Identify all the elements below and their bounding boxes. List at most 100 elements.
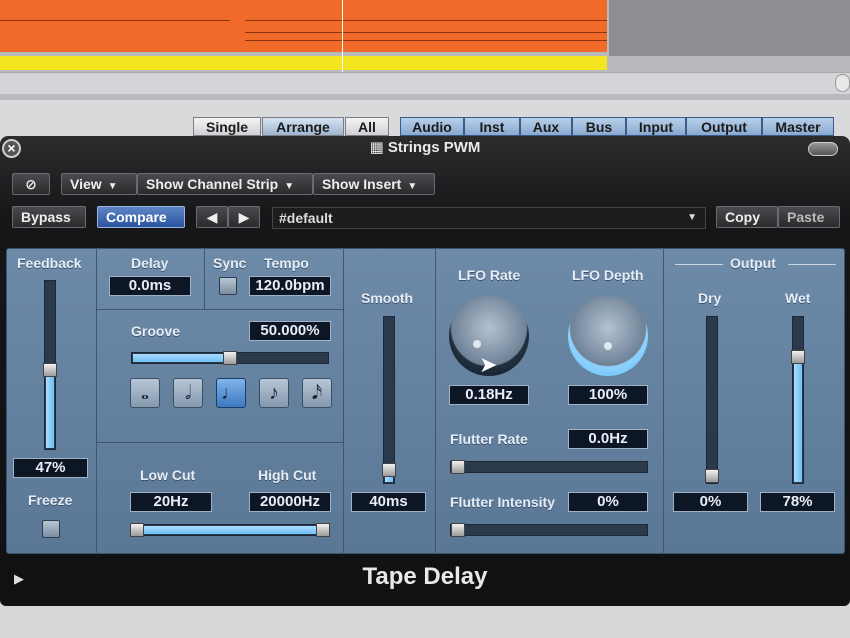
sixteenth-note-icon[interactable]: 𝅘𝅥𝅯 — [302, 378, 332, 408]
wet-fill — [794, 356, 802, 482]
low-cut-label: Low Cut — [140, 467, 196, 483]
window-title: ▦ Strings PWM — [0, 136, 850, 160]
knob-indicator — [604, 342, 612, 350]
feedback-fill — [46, 368, 54, 448]
view-label: View — [70, 176, 102, 192]
low-cut-thumb[interactable] — [130, 523, 144, 537]
flutter-rate-label: Flutter Rate — [450, 431, 528, 447]
feedback-value[interactable]: 47% — [13, 458, 88, 478]
lfo-rate-label: LFO Rate — [458, 267, 521, 283]
copy-button[interactable]: Copy — [716, 206, 778, 228]
wet-thumb[interactable] — [791, 350, 805, 365]
output-label: Output — [730, 255, 776, 271]
flutter-rate-value[interactable]: 0.0Hz — [568, 429, 648, 449]
tab-bus[interactable]: Bus — [572, 117, 626, 136]
dry-slider[interactable] — [705, 316, 719, 484]
tab-output[interactable]: Output — [686, 117, 762, 136]
tab-all[interactable]: All — [345, 117, 389, 136]
show-insert-menu[interactable]: Show Insert ▼ — [313, 173, 435, 195]
smooth-slider[interactable] — [382, 316, 396, 484]
document-icon: ▦ — [369, 139, 384, 156]
sync-checkbox[interactable] — [219, 277, 237, 295]
show-channel-strip-menu[interactable]: Show Channel Strip ▼ — [137, 173, 313, 195]
tempo-label: Tempo — [264, 255, 309, 271]
smooth-label: Smooth — [361, 290, 414, 306]
chevron-down-icon: ▼ — [284, 181, 295, 192]
toolbar-toggle-button[interactable] — [808, 142, 838, 156]
low-cut-value[interactable]: 20Hz — [130, 492, 212, 512]
quarter-note-icon[interactable]: ♩ — [216, 378, 246, 408]
wet-value[interactable]: 78% — [760, 492, 835, 512]
delay-value[interactable]: 0.0ms — [109, 276, 191, 296]
high-cut-thumb[interactable] — [316, 523, 330, 537]
bypass-button[interactable]: Bypass — [12, 206, 86, 228]
chevron-down-icon: ▼ — [407, 181, 418, 192]
preset-menu[interactable]: #default ▼ — [272, 207, 706, 229]
feedback-thumb[interactable] — [43, 362, 57, 377]
eighth-note-icon[interactable]: ♪ — [259, 378, 289, 408]
tab-input[interactable]: Input — [626, 117, 686, 136]
high-cut-value[interactable]: 20000Hz — [249, 492, 331, 512]
sync-label: Sync — [213, 255, 247, 271]
groove-value[interactable]: 50.000% — [249, 321, 331, 341]
whole-note-icon[interactable]: 𝅝 — [130, 378, 160, 408]
region-grey — [609, 0, 850, 56]
dry-thumb[interactable] — [705, 469, 719, 483]
next-preset-button[interactable]: ▶ — [228, 206, 260, 228]
compare-button[interactable]: Compare — [97, 206, 185, 228]
lfo-rate-knob[interactable]: ➤ — [449, 296, 529, 377]
feedback-slider[interactable] — [43, 280, 57, 450]
show-channel-strip-label: Show Channel Strip — [146, 176, 279, 192]
tab-inst[interactable]: Inst — [464, 117, 520, 136]
smooth-value[interactable]: 40ms — [351, 492, 426, 512]
mouse-cursor-icon: ➤ — [479, 352, 498, 377]
flutter-rate-thumb[interactable] — [451, 460, 465, 474]
groove-label: Groove — [131, 323, 181, 339]
tab-audio[interactable]: Audio — [400, 117, 464, 136]
tab-arrange[interactable]: Arrange — [262, 117, 344, 136]
tab-single[interactable]: Single — [193, 117, 261, 136]
link-button[interactable]: ⊘ — [12, 173, 50, 195]
groove-slider[interactable] — [131, 351, 329, 365]
lfo-depth-label: LFO Depth — [572, 267, 644, 283]
flutter-intensity-value[interactable]: 0% — [568, 492, 648, 512]
lfo-depth-value[interactable]: 100% — [568, 385, 648, 405]
flutter-rate-slider[interactable] — [450, 460, 648, 474]
cut-range-slider[interactable] — [130, 523, 330, 537]
wet-slider[interactable] — [791, 316, 805, 484]
window-title-text: Strings PWM — [387, 139, 481, 156]
paste-button[interactable]: Paste — [778, 206, 840, 228]
arrow-left-icon: ◀ — [206, 209, 218, 225]
chevron-down-icon: ▼ — [107, 181, 118, 192]
region-yellow[interactable] — [0, 56, 607, 70]
lfo-rate-value[interactable]: 0.18Hz — [449, 385, 529, 405]
show-insert-label: Show Insert — [322, 176, 402, 192]
scrollbar-thumb[interactable] — [835, 74, 850, 92]
playhead — [342, 0, 343, 72]
freeze-label: Freeze — [28, 492, 73, 508]
feedback-label: Feedback — [17, 255, 82, 271]
half-note-icon[interactable]: 𝅗𝅥 — [173, 378, 203, 408]
smooth-thumb[interactable] — [382, 462, 396, 477]
cut-range-fill — [140, 526, 320, 534]
groove-fill — [133, 354, 231, 362]
tab-aux[interactable]: Aux — [520, 117, 572, 136]
flutter-intensity-thumb[interactable] — [451, 523, 465, 537]
flutter-intensity-label: Flutter Intensity — [450, 494, 556, 510]
region-orange[interactable] — [0, 0, 607, 52]
plugin-name: Tape Delay — [362, 563, 488, 590]
groove-thumb[interactable] — [223, 351, 237, 365]
flutter-intensity-slider[interactable] — [450, 523, 648, 537]
wet-label: Wet — [785, 290, 811, 306]
horizontal-scrollbar[interactable] — [0, 72, 850, 94]
tab-master[interactable]: Master — [762, 117, 834, 136]
lfo-depth-knob[interactable] — [568, 296, 648, 376]
previous-preset-button[interactable]: ◀ — [196, 206, 228, 228]
preset-value: #default — [279, 210, 333, 226]
close-icon[interactable]: × — [2, 139, 21, 158]
view-menu[interactable]: View ▼ — [61, 173, 137, 195]
tempo-value[interactable]: 120.0bpm — [249, 276, 331, 296]
dry-value[interactable]: 0% — [673, 492, 748, 512]
chevron-down-icon: ▼ — [687, 212, 697, 223]
freeze-checkbox[interactable] — [42, 520, 60, 538]
